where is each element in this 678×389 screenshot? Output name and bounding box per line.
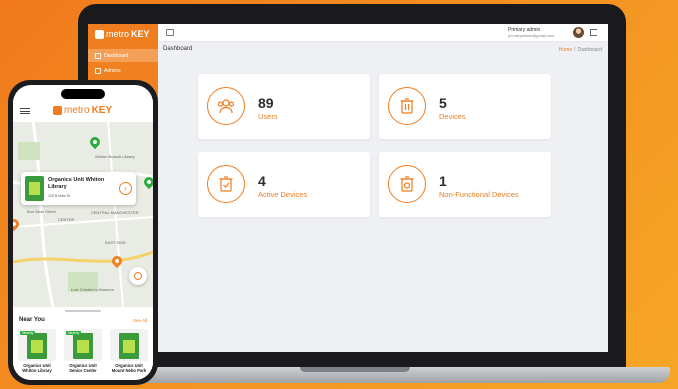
active-devices-label: Active Devices	[258, 190, 308, 199]
sidebar-item-label: Dashboard	[104, 52, 129, 59]
breadcrumb: Home / Dashboard	[559, 47, 602, 53]
logo-text-b: KEY	[131, 29, 150, 39]
breadcrumb-home[interactable]: Home	[559, 47, 572, 53]
devices-label: Devices	[439, 112, 466, 121]
nearby-badge: Nearby	[66, 331, 82, 335]
organics-unit-image	[25, 176, 44, 201]
card-users[interactable]: 89 Users	[198, 74, 370, 139]
near-item[interactable]: Nearby Organics Unit Whiton Library	[18, 329, 56, 373]
nearby-badge: Nearby	[20, 331, 36, 335]
near-item-image	[110, 329, 148, 361]
laptop-notch	[300, 367, 410, 372]
page-title: Dashboard	[163, 46, 193, 52]
logo-text-a: metro	[106, 29, 130, 39]
users-label: Users	[258, 112, 278, 121]
broken-bin-icon	[388, 165, 426, 203]
admin-email: primaryadmin@gmail.com	[508, 33, 555, 38]
breadcrumb-current: Dashboard	[577, 47, 602, 53]
logo-text-a: metro	[64, 105, 90, 116]
devices-count: 5	[439, 95, 447, 111]
card-active-devices[interactable]: 4 Active Devices	[198, 152, 370, 217]
locate-me-icon[interactable]	[129, 267, 147, 285]
hamburger-menu-icon[interactable]	[20, 108, 30, 114]
popup-address: 100 N Main St	[48, 194, 71, 198]
metrokey-logo-icon	[95, 29, 104, 39]
phone-frame: metro KEY Whiton Branch Library CENTER CE…	[8, 80, 158, 385]
logout-icon[interactable]	[590, 29, 597, 36]
map-label: CENTRAL MANCHESTER	[91, 210, 139, 215]
location-popup[interactable]: Organics Unit Whiton Library 100 N Main …	[21, 172, 136, 205]
phone-header: metro KEY	[13, 100, 153, 122]
near-item[interactable]: Organics Unit Mount Nebo Park	[110, 329, 148, 373]
chevron-right-icon[interactable]: ›	[119, 182, 132, 195]
map-label: Whiton Branch Library	[95, 154, 135, 159]
map[interactable]: Whiton Branch Library CENTER CENTRAL MAN…	[13, 122, 153, 307]
near-you-sheet: Near You See All Nearby Organics Unit Wh…	[13, 307, 153, 380]
popup-name: Organics Unit Whiton Library	[48, 177, 105, 190]
sidebar-toggle-icon[interactable]	[166, 29, 174, 36]
map-label: Bon Main Street	[27, 209, 56, 214]
map-label: Lutz Children's Museum	[71, 287, 114, 292]
logo-text-b: KEY	[91, 105, 113, 116]
users-count: 89	[258, 95, 274, 111]
sidebar-item-admins[interactable]: Admins	[88, 64, 158, 77]
sidebar-logo[interactable]: metro KEY	[95, 29, 150, 39]
dynamic-island	[61, 89, 105, 99]
users-icon	[207, 87, 245, 125]
sidebar-item-label: Admins	[104, 67, 121, 74]
near-item-image: Nearby	[18, 329, 56, 361]
sheet-handle[interactable]	[65, 310, 101, 312]
non-functional-count: 1	[439, 173, 447, 189]
near-item-name: Organics Unit Mount Nebo Park	[111, 363, 147, 373]
avatar[interactable]	[573, 27, 584, 38]
phone-screen: metro KEY Whiton Branch Library CENTER CE…	[13, 85, 153, 380]
map-label: CENTER	[58, 217, 75, 222]
breadcrumb-separator: /	[574, 47, 576, 53]
dashboard-screen: metro KEY Dashboard Admins Primary admin …	[88, 24, 608, 352]
non-functional-label: Non-Functional Devices	[439, 190, 519, 199]
metrokey-logo-icon	[53, 106, 62, 115]
active-bin-icon	[207, 165, 245, 203]
topbar: Primary admin primaryadmin@gmail.com	[158, 24, 608, 42]
admins-icon	[95, 67, 101, 74]
card-non-functional-devices[interactable]: 1 Non-Functional Devices	[379, 152, 551, 217]
active-devices-count: 4	[258, 173, 266, 189]
near-item-image: Nearby	[64, 329, 102, 361]
sidebar-item-dashboard[interactable]: Dashboard	[88, 49, 158, 62]
near-item-name: Organics Unit Senior Center	[69, 363, 97, 373]
near-you-title: Near You	[19, 317, 45, 323]
dashboard-icon	[95, 52, 101, 59]
see-all-link[interactable]: See All	[133, 318, 147, 323]
map-label: EAST SIDE	[105, 240, 126, 245]
near-item-name: Organics Unit Whiton Library	[22, 363, 52, 373]
trash-icon	[388, 87, 426, 125]
phone-logo: metro KEY	[53, 105, 112, 116]
near-item[interactable]: Nearby Organics Unit Senior Center	[64, 329, 102, 373]
card-devices[interactable]: 5 Devices	[379, 74, 551, 139]
